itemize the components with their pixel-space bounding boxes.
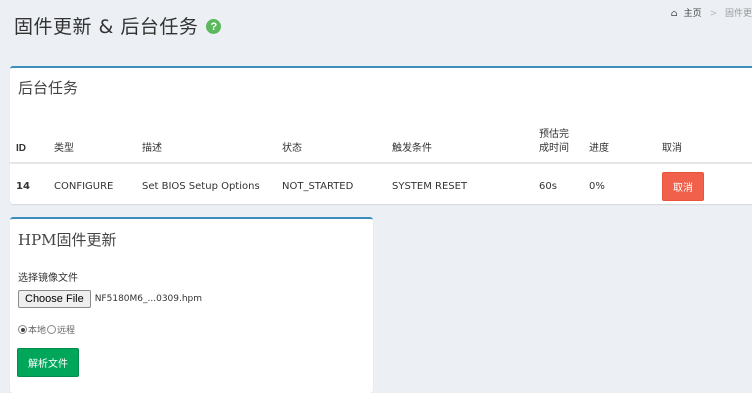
breadcrumb-home[interactable]: 主页 [684,9,702,19]
column-header-description: 描述 [136,120,276,164]
background-tasks-panel: 后台任务 ID 类型 描述 状态 触发条件 预估完成时间 进度 取消 14 CO… [10,66,752,204]
radio-remote[interactable] [47,325,57,334]
hpm-firmware-update-panel: HPM固件更新 选择镜像文件 Choose File NF5180M6_...0… [10,217,373,393]
page-title: 固件更新 & 后台任务 [14,16,199,38]
task-eta: 60s [539,181,557,192]
choose-file-button[interactable]: Choose File [18,290,91,308]
file-input[interactable]: Choose File NF5180M6_...0309.hpm [18,290,202,308]
radio-local[interactable] [18,325,27,334]
breadcrumb-current: 固件更 [724,9,752,19]
column-header-cancel: 取消 [656,120,752,164]
hpm-panel-title: HPM固件更新 [18,231,117,249]
task-cancel-cell: 取消 [656,163,752,209]
column-header-id: ID [10,120,48,164]
question-circle-icon[interactable]: ? [206,19,222,34]
task-type: CONFIGURE [54,181,114,192]
task-trigger: SYSTEM RESET [392,181,468,192]
table-row: 14 CONFIGURE Set BIOS Setup Options NOT_… [10,163,752,209]
column-header-progress: 进度 [583,120,656,164]
breadcrumb: ⌂ 主页 > 固件更 [671,6,752,19]
cancel-task-button[interactable]: 取消 [662,172,704,201]
page-header: 固件更新 & 后台任务 ? [14,12,222,39]
radio-remote-label[interactable]: 远程 [57,323,75,336]
home-icon: ⌂ [670,9,678,19]
column-header-type: 类型 [48,120,136,164]
column-header-eta: 预估完成时间 [533,120,583,164]
column-header-trigger: 触发条件 [386,120,533,164]
table-header-row: ID 类型 描述 状态 触发条件 预估完成时间 进度 取消 [10,120,752,164]
source-radio-group: 本地 远程 [18,323,75,336]
task-progress: 0% [589,181,605,192]
selected-file-name: NF5180M6_...0309.hpm [94,294,203,304]
tasks-table: ID 类型 描述 状态 触发条件 预估完成时间 进度 取消 14 CONFIGU… [10,120,752,209]
parse-file-button[interactable]: 解析文件 [17,348,79,377]
task-description: Set BIOS Setup Options [142,181,260,192]
breadcrumb-separator: > [709,9,718,19]
column-header-status: 状态 [276,120,386,164]
radio-local-label[interactable]: 本地 [28,323,46,336]
task-id: 14 [16,181,30,192]
task-status: NOT_STARTED [282,181,354,192]
image-file-label: 选择镜像文件 [18,273,78,284]
background-tasks-title: 后台任务 [18,79,79,97]
